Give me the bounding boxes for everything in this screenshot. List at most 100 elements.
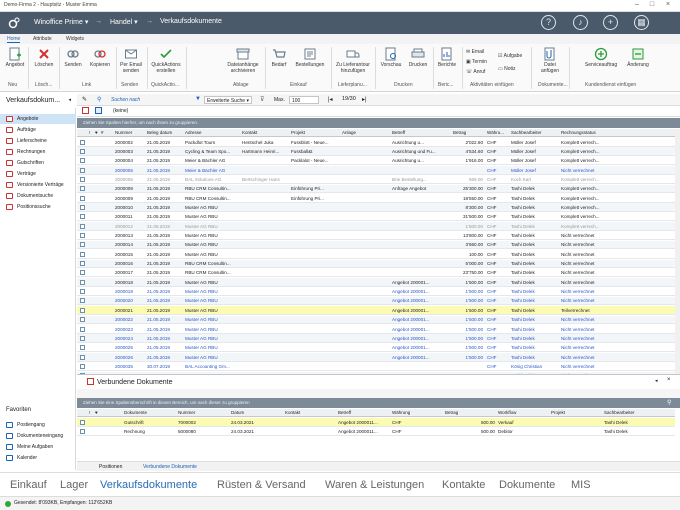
col-kontakt[interactable]: Kontakt xyxy=(242,130,257,135)
termin-button[interactable]: ▣ Termin xyxy=(466,59,487,65)
col-betreff[interactable]: Betreff xyxy=(338,410,351,415)
table-row[interactable]: 2000015 21.05.2019 Muster AG RBU 100.00 CHF T… xyxy=(77,250,675,259)
minimize-icon[interactable]: – xyxy=(630,1,644,8)
drucken-button[interactable]: Drucken xyxy=(406,47,430,69)
gear-logo-icon[interactable] xyxy=(7,16,21,30)
table-row[interactable]: 2000035 30.07.2019 BAL Accounting Gm... CHF… xyxy=(77,362,675,371)
close-icon[interactable]: × xyxy=(661,1,675,8)
table-row[interactable]: 2000019 21.05.2019 Muster AG RBU Angebot 20… xyxy=(77,288,675,297)
search-icon[interactable]: ⚲ xyxy=(97,96,101,103)
sidebar-item[interactable]: Aufträge xyxy=(0,125,76,135)
col-betreff[interactable]: Betreff xyxy=(392,130,405,135)
col-workflow[interactable]: Workflow xyxy=(498,410,516,415)
col-adresse[interactable]: Adresse xyxy=(185,130,202,135)
table-row[interactable]: 2000018 21.05.2019 Muster AG RBU Angebot 20… xyxy=(77,278,675,287)
email-activity-button[interactable]: ✉ Email xyxy=(466,49,484,55)
berichte-button[interactable]: Berichte xyxy=(435,47,459,69)
col-sachbearbeiter[interactable]: Sachbearbeiter xyxy=(511,130,542,135)
max-input[interactable]: 100 xyxy=(289,95,319,104)
add-icon[interactable]: + xyxy=(603,15,618,30)
table-row[interactable]: 2000004 21.05.2019 Meier & Bächler AG Packl… xyxy=(77,157,675,166)
pin-icon[interactable]: ◂ xyxy=(655,378,658,384)
bestellungen-button[interactable]: Bestellungen xyxy=(292,47,328,69)
nav-waren-leistungen[interactable]: Waren & Leistungen xyxy=(325,479,424,491)
tab-widgets[interactable]: Widgets xyxy=(66,36,84,42)
table-row[interactable]: 2000021 21.05.2019 Muster AG RBU Angebot 20… xyxy=(77,306,675,315)
col-nummer[interactable]: Nummer xyxy=(115,130,132,135)
edit-icon[interactable]: ✎ xyxy=(82,96,87,103)
table-row[interactable]: 2000020 21.05.2019 Muster AG RBU Angebot 20… xyxy=(77,296,675,306)
col-projekt[interactable]: Projekt xyxy=(551,410,565,415)
col-anlage[interactable]: Anlage xyxy=(342,130,356,135)
col-betrag[interactable]: Betrag xyxy=(453,130,466,135)
col-sachbearbeiter[interactable]: Sachbearbeiter xyxy=(604,410,635,415)
favorite-item[interactable]: Postiengang xyxy=(0,420,76,430)
grid-icon[interactable]: ▦ xyxy=(634,15,649,30)
nav-einkauf[interactable]: Einkauf xyxy=(10,479,47,491)
senden-button[interactable]: Senden xyxy=(62,47,84,69)
last-page-icon[interactable]: ▸| xyxy=(362,96,367,103)
table-row[interactable]: 2000012 21.05.2019 Muster AG RBU 1'500.00 CH… xyxy=(77,222,675,231)
pin-icon[interactable]: ◂ xyxy=(68,97,71,103)
help-icon[interactable]: ? xyxy=(541,15,556,30)
search-icon[interactable]: ⚲ xyxy=(667,399,671,406)
table-row[interactable]: 2000026 21.05.2019 Muster AG RBU Angebot 20… xyxy=(77,353,675,362)
anruf-button[interactable]: ☏ Anruf xyxy=(466,69,485,75)
archive-button[interactable]: Dateianhänge archivieren xyxy=(224,47,262,74)
app-menu[interactable]: Winoffice Prime ▾ xyxy=(34,18,88,26)
vorschau-button[interactable]: Vorschau xyxy=(378,47,404,69)
tab-verbundene-dokumente[interactable]: Verbundene Dokumente xyxy=(143,464,197,470)
col-nummer[interactable]: Nummer xyxy=(178,410,195,415)
first-page-icon[interactable]: |◂ xyxy=(328,96,333,103)
nav-dokumente[interactable]: Dokumente xyxy=(499,479,555,491)
filter-icon[interactable]: ▼ xyxy=(195,96,201,102)
table-row[interactable]: 2000025 21.05.2019 Muster AG RBU Angebot 20… xyxy=(77,344,675,353)
col-waehrung[interactable]: Währu... xyxy=(487,130,504,135)
sidebar-item[interactable]: Dokumentsuche xyxy=(0,191,76,201)
table-row[interactable]: 2000022 21.05.2019 Muster AG RBU Angebot 20… xyxy=(77,315,675,325)
table-row[interactable]: 2000009 21.05.2019 RBU CRM Consultin... Ein… xyxy=(77,194,675,203)
datei-anfuegen-button[interactable]: Datei anfügen xyxy=(536,47,564,74)
nav-ruesten-versand[interactable]: Rüsten & Versand xyxy=(217,479,306,491)
angebot-button[interactable]: Angebot xyxy=(4,47,26,69)
tab-positionen[interactable]: Positionen xyxy=(99,464,122,470)
sidebar-item[interactable]: Verträge xyxy=(0,169,76,179)
col-betrag[interactable]: Betrag xyxy=(445,410,458,415)
table-row[interactable]: 2000002 21.05.2019 Packdlot Tours Hentschel… xyxy=(77,138,675,147)
lieferantentour-button[interactable]: Zu Lieferantour hinzufügen xyxy=(334,47,372,74)
table-row[interactable]: 2000016 21.05.2019 RBU CRM Consultin... 5'0… xyxy=(77,259,675,269)
table-row[interactable]: 2000005 21.05.2019 Meier & Bächler AG CHF Mü… xyxy=(77,166,675,175)
col-projekt[interactable]: Projekt xyxy=(291,130,305,135)
quickactions-button[interactable]: QuickActions erstellen xyxy=(149,47,183,74)
sidebar-item[interactable]: Versionierte Verträge xyxy=(0,180,76,190)
table-row[interactable]: 2000013 21.05.2019 Muster AG RBU 13'800.00 C… xyxy=(77,232,675,240)
table-row[interactable]: 2000003 21.05.2019 Cycling & Team Spo... Ha… xyxy=(77,147,675,156)
col-belegdatum[interactable]: Beleg datum xyxy=(147,130,172,135)
close-panel-icon[interactable]: × xyxy=(667,377,671,383)
col-dokumente[interactable]: Dokumente xyxy=(124,410,147,415)
notiz-button[interactable]: ▭ Notiz xyxy=(498,66,516,72)
doc-filter-icon[interactable] xyxy=(82,107,89,114)
table-row[interactable]: 2000014 21.05.2019 Muster AG RBU 3'660.00 CH… xyxy=(77,240,675,250)
table-row[interactable]: 2000017 21.05.2019 RBU CRM Consultin... 23'… xyxy=(77,269,675,278)
maximize-icon[interactable]: □ xyxy=(645,1,659,8)
sidebar-item[interactable]: Positionssuche xyxy=(0,202,76,212)
nav-mis[interactable]: MIS xyxy=(571,479,591,491)
nav-kontakte[interactable]: Kontakte xyxy=(442,479,485,491)
favorite-item[interactable]: Meine Aufgaben xyxy=(0,442,76,452)
related-row[interactable]: Gutschrift 7000002 24.03.2021 Angebot 20000… xyxy=(77,418,675,427)
filter-value[interactable]: (keine) xyxy=(113,108,128,114)
tab-home[interactable]: Home xyxy=(7,36,21,43)
view-select[interactable]: Erweiterte Suche ▾ xyxy=(204,95,252,104)
col-kontakt[interactable]: Kontakt xyxy=(285,410,300,415)
table-row[interactable]: 2000024 21.05.2019 Muster AG RBU Angebot 20… xyxy=(77,334,675,343)
tab-attribute[interactable]: Attribute xyxy=(33,36,52,42)
related-row[interactable]: Rechnung 5000080 24.03.2021 Angebot 2000011… xyxy=(77,427,675,436)
bedarf-button[interactable]: Bedarf xyxy=(268,47,290,69)
kopieren-button[interactable]: Kopieren xyxy=(87,47,113,69)
serviceauftrag-button[interactable]: Serviceauftrag xyxy=(581,47,621,69)
email-send-button[interactable]: Per Email senden xyxy=(118,47,144,74)
delete-button[interactable]: Löschen xyxy=(32,47,56,69)
sidebar-item[interactable]: Rechnungen xyxy=(0,147,76,157)
nav-lager[interactable]: Lager xyxy=(60,479,88,491)
